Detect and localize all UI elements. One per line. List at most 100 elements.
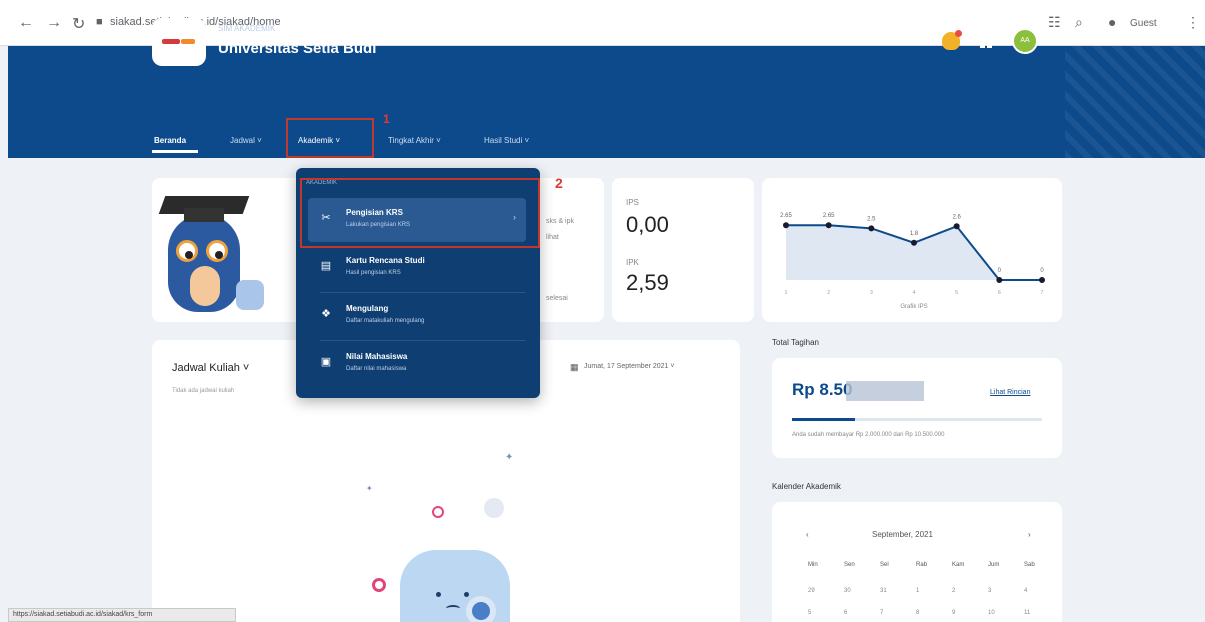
calendar-date[interactable]: 5 — [808, 610, 811, 616]
calendar-date[interactable]: 7 — [880, 610, 883, 616]
illustration-mouth — [446, 605, 460, 612]
annotation-box-2 — [300, 178, 540, 248]
chart-tick-label: 5 — [955, 290, 958, 296]
calendar-date[interactable]: 9 — [952, 610, 955, 616]
ipk-value: 2,59 — [626, 270, 669, 295]
billing-amount-redacted — [846, 381, 924, 401]
billing-card — [772, 358, 1062, 458]
ips-chart: 2.6512.6522.531.842.650607Grafik IPS — [780, 213, 1045, 310]
logo-mark-red — [162, 39, 180, 44]
chart-data-label: 2.6 — [952, 214, 961, 220]
header-subtitle: SIM AKADEMIK — [218, 24, 276, 33]
calendar-date[interactable]: 1 — [916, 588, 919, 594]
zoom-icon[interactable]: ⌕ — [1075, 14, 1083, 31]
chart-point[interactable] — [996, 277, 1003, 283]
profile-text-3: selesai — [546, 295, 568, 302]
translate-icon[interactable]: ☷ — [1048, 14, 1061, 31]
profile-text-2: lihat — [546, 234, 559, 241]
calendar-date[interactable]: 6 — [844, 610, 847, 616]
dropdown-item-mengulang[interactable]: ❖ Mengulang Daftar matakuliah mengulang — [308, 294, 526, 338]
chart-data-label: 2.65 — [780, 213, 792, 219]
chevron-down-icon[interactable]: ▾ — [1044, 34, 1049, 45]
dropdown-item-kartu-rencana-studi[interactable]: ▤ Kartu Rencana Studi Hasil pengisian KR… — [308, 246, 526, 290]
calendar-date[interactable]: 31 — [880, 588, 887, 594]
owl-belly — [190, 266, 220, 306]
calendar-date[interactable]: 2 — [952, 588, 955, 594]
dropdown-item-desc: Hasil pengisian KRS — [346, 270, 401, 276]
calendar-day-header: Sel — [880, 562, 889, 568]
chart-point[interactable] — [1039, 277, 1045, 283]
more-menu-icon[interactable]: ⋮ — [1186, 14, 1200, 31]
owl-eye-left — [176, 240, 198, 262]
calendar-day-header: Jum — [988, 562, 1000, 568]
date-picker[interactable]: Jumat, 17 September 2021 ˅ — [584, 363, 674, 370]
chart-tick-label: 7 — [1041, 290, 1044, 296]
illustration-lens — [466, 596, 496, 622]
calendar-prev-button[interactable]: ‹ — [806, 530, 809, 539]
calendar-title: Kalender Akademik — [772, 482, 841, 491]
owl-eye-right — [206, 240, 228, 262]
calendar-month: September, 2021 — [872, 530, 933, 539]
menu-tingkat-akhir[interactable]: Tingkat Akhir ˅ — [388, 136, 441, 145]
chart-point[interactable] — [825, 222, 832, 229]
calendar-day-header: Min — [808, 562, 818, 568]
university-logo[interactable] — [152, 18, 206, 66]
sparkle-icon-2: ✦ — [366, 484, 373, 493]
menu-hasil-studi[interactable]: Hasil Studi ˅ — [484, 136, 529, 145]
menu-beranda[interactable]: Beranda — [154, 136, 186, 145]
billing-progress-bar — [792, 418, 1042, 421]
card-icon: ▤ — [320, 260, 332, 272]
ips-label: IPS — [626, 198, 639, 207]
chart-point[interactable] — [783, 222, 789, 229]
calendar-next-button[interactable]: › — [1028, 530, 1031, 539]
chart-point[interactable] — [953, 223, 960, 230]
calendar-date[interactable]: 29 — [808, 588, 815, 594]
chart-point[interactable] — [868, 225, 875, 232]
jadwal-title[interactable]: Jadwal Kuliah ˅ — [172, 362, 249, 374]
billing-detail-link[interactable]: Lihat Rincian — [990, 389, 1030, 396]
calendar-date[interactable]: 30 — [844, 588, 851, 594]
apps-grid-icon[interactable] — [980, 36, 992, 48]
back-arrow-icon[interactable]: ← — [18, 14, 34, 32]
dropdown-item-desc: Daftar matakuliah mengulang — [346, 318, 425, 324]
calendar-date[interactable]: 4 — [1024, 588, 1027, 594]
notification-bell-icon[interactable] — [942, 30, 962, 50]
chart-data-label: 0 — [998, 268, 1002, 274]
calendar-day-header: Sen — [844, 562, 855, 568]
user-avatar[interactable]: AA — [1012, 28, 1038, 54]
annotation-box-1 — [286, 118, 374, 158]
jadwal-subtitle: Tidak ada jadwal kuliah — [172, 388, 235, 394]
chart-tick-label: 3 — [870, 290, 873, 296]
owl-wing — [236, 280, 264, 310]
annotation-number-2: 2 — [555, 175, 563, 191]
calendar-day-header: Sab — [1024, 562, 1035, 568]
profile-icon[interactable]: ● — [1108, 14, 1116, 30]
billing-title: Total Tagihan — [772, 338, 819, 347]
chart-data-label: 1.8 — [910, 231, 919, 237]
menu-jadwal[interactable]: Jadwal ˅ — [230, 136, 262, 145]
decor-ring-grey — [484, 498, 504, 518]
forward-arrow-icon[interactable]: → — [46, 14, 62, 32]
grade-icon: ▣ — [320, 356, 332, 368]
reload-icon[interactable]: ↻ — [72, 14, 85, 34]
calendar-date[interactable]: 11 — [1024, 610, 1030, 616]
calendar-date[interactable]: 3 — [988, 588, 991, 594]
sparkle-icon: ✦ — [505, 452, 514, 463]
calendar-date[interactable]: 10 — [988, 610, 995, 616]
dropdown-divider — [320, 340, 526, 341]
chart-tick-label: 2 — [827, 290, 830, 296]
header-pattern — [1065, 46, 1205, 158]
calendar-icon: ▦ — [570, 362, 579, 372]
dropdown-item-title: Mengulang — [346, 304, 389, 313]
chart-point[interactable] — [911, 239, 917, 246]
guest-label[interactable]: Guest — [1130, 18, 1157, 29]
calendar-date[interactable]: 8 — [916, 610, 919, 616]
illustration-eye-right — [464, 592, 469, 597]
dropdown-item-nilai-mahasiswa[interactable]: ▣ Nilai Mahasiswa Daftar nilai mahasiswa — [308, 342, 526, 386]
puzzle-icon: ❖ — [321, 308, 331, 320]
decor-ring-pink — [432, 506, 444, 518]
chart-data-label: 2.65 — [823, 213, 835, 219]
annotation-number-1: 1 — [383, 112, 390, 126]
calendar-day-header: Kam — [952, 562, 965, 568]
chart-data-label: 2.5 — [867, 216, 876, 222]
